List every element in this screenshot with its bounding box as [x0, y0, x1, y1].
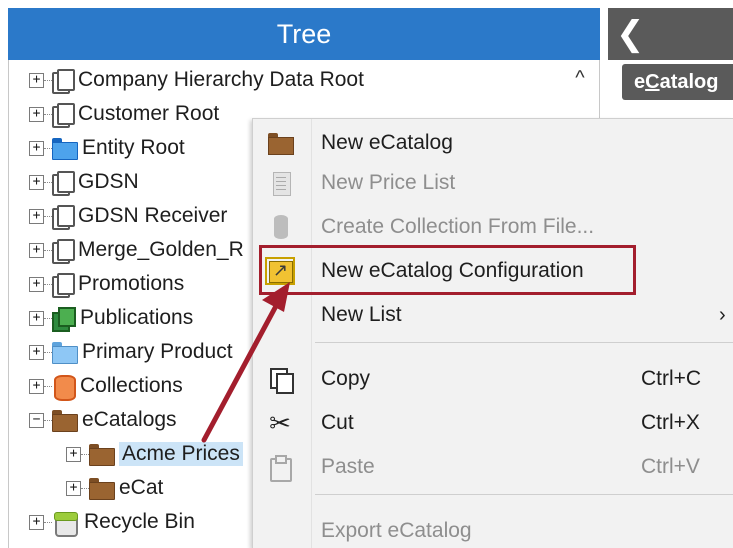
annotation-arrow-icon — [201, 282, 290, 443]
